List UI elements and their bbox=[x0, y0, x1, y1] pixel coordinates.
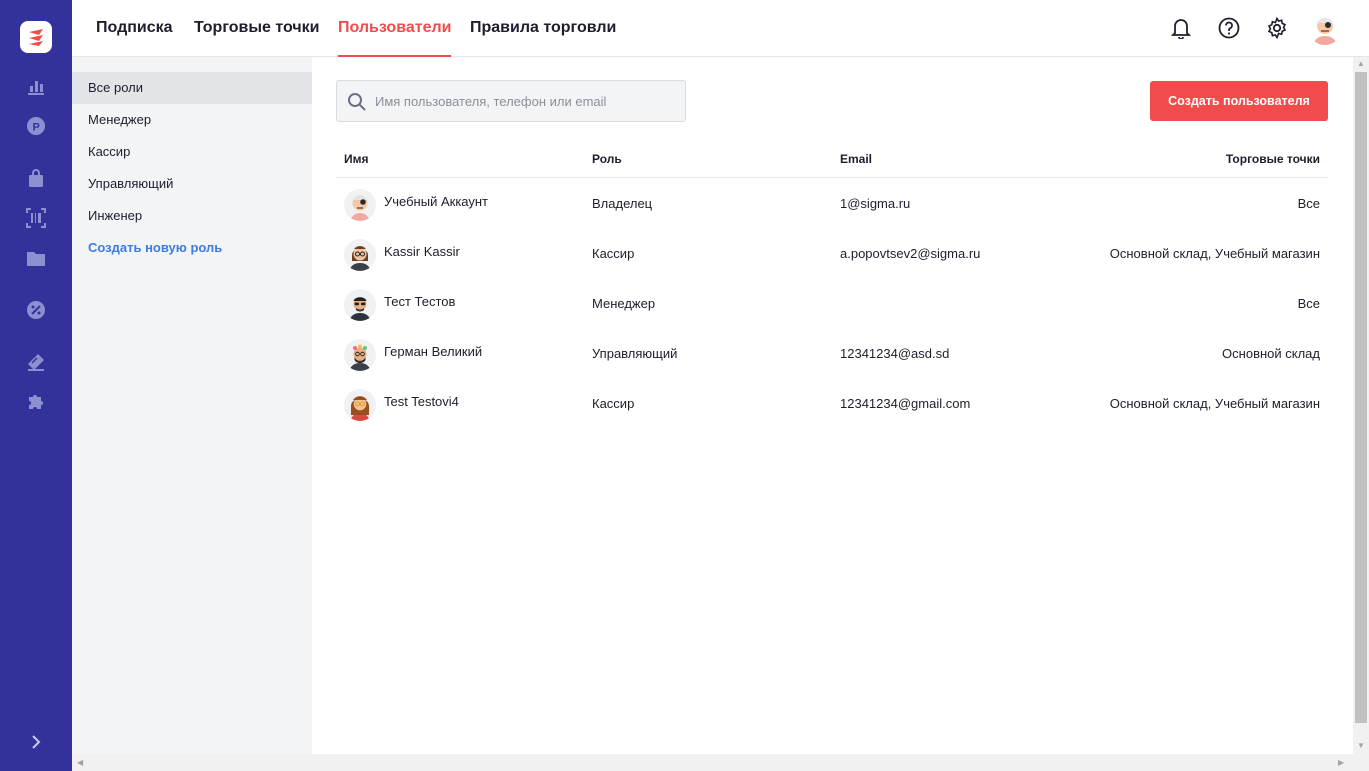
bar-chart-icon[interactable] bbox=[24, 74, 48, 98]
user-avatar[interactable] bbox=[1308, 11, 1342, 45]
role-item-director[interactable]: Управляющий bbox=[72, 168, 312, 200]
glasses-woman-avatar bbox=[344, 239, 376, 271]
role-item-all[interactable]: Все роли bbox=[72, 72, 312, 104]
column-stores[interactable]: Торговые точки bbox=[1226, 143, 1320, 175]
column-role[interactable]: Роль bbox=[592, 143, 622, 175]
role-item-cashier[interactable]: Кассир bbox=[72, 136, 312, 168]
role-item-manager[interactable]: Менеджер bbox=[72, 104, 312, 136]
user-name[interactable]: Test Testovi4 bbox=[384, 379, 459, 425]
chevron-right-icon[interactable] bbox=[26, 732, 46, 752]
user-name[interactable]: Kassir Kassir bbox=[384, 229, 460, 275]
svg-text:P: P bbox=[33, 122, 40, 134]
bell-icon[interactable] bbox=[1169, 16, 1193, 40]
column-name[interactable]: Имя bbox=[344, 143, 369, 175]
ruble-coin-icon[interactable]: P bbox=[24, 114, 48, 138]
gear-icon[interactable] bbox=[1265, 16, 1289, 40]
pirate-avatar bbox=[344, 189, 376, 221]
user-stores: Все bbox=[1297, 196, 1320, 211]
roles-sidebar: Все роли Менеджер Кассир Управляющий Инж… bbox=[72, 57, 312, 771]
search-icon bbox=[347, 92, 367, 112]
user-stores: Основной склад, Учебный магазин bbox=[1109, 246, 1320, 261]
user-name[interactable]: Герман Великий bbox=[384, 329, 482, 375]
scroll-left-arrow-icon[interactable]: ◀ bbox=[77, 758, 83, 767]
user-role: Кассир bbox=[592, 396, 635, 411]
user-role: Управляющий bbox=[592, 346, 678, 361]
help-circle-icon[interactable] bbox=[1217, 16, 1241, 40]
create-user-button[interactable]: Создать пользователя bbox=[1150, 81, 1328, 121]
user-role: Владелец bbox=[592, 196, 653, 211]
user-name[interactable]: Учебный Аккаунт bbox=[384, 179, 488, 225]
role-item-engineer[interactable]: Инженер bbox=[72, 200, 312, 232]
scroll-up-arrow-icon[interactable]: ▲ bbox=[1357, 59, 1365, 68]
table-row[interactable]: Kassir Kassir Кассир a.popovtsev2@sigma.… bbox=[336, 229, 1328, 279]
vertical-scroll-thumb[interactable] bbox=[1355, 72, 1367, 723]
barcode-scan-icon[interactable] bbox=[24, 206, 48, 230]
tab-trading-rules[interactable]: Правила торговли bbox=[470, 0, 616, 57]
scroll-down-arrow-icon[interactable]: ▼ bbox=[1357, 741, 1365, 750]
search-box bbox=[336, 80, 686, 122]
tab-users[interactable]: Пользователи bbox=[338, 0, 452, 57]
ticket-icon[interactable] bbox=[24, 350, 48, 374]
table-row[interactable]: Тест Тестов Менеджер Все bbox=[336, 279, 1328, 329]
column-email[interactable]: Email bbox=[840, 143, 872, 175]
tab-subscription[interactable]: Подписка bbox=[96, 0, 173, 57]
flower-crown-avatar bbox=[344, 339, 376, 371]
app-sidebar: P bbox=[0, 0, 72, 771]
app-logo[interactable] bbox=[20, 21, 52, 53]
table-row[interactable]: Герман Великий Управляющий 12341234@asd.… bbox=[336, 329, 1328, 379]
table-row[interactable]: Test Testovi4 Кассир 12341234@gmail.com … bbox=[336, 379, 1328, 429]
shopping-bag-icon[interactable] bbox=[24, 166, 48, 190]
user-email: 12341234@gmail.com bbox=[840, 396, 971, 411]
curly-hair-woman-avatar bbox=[344, 389, 376, 421]
user-role: Кассир bbox=[592, 246, 635, 261]
create-role-link[interactable]: Создать новую роль bbox=[72, 232, 312, 264]
user-stores: Все bbox=[1297, 296, 1320, 311]
user-name[interactable]: Тест Тестов bbox=[384, 279, 455, 325]
user-stores: Основной склад, Учебный магазин bbox=[1109, 396, 1320, 411]
table-header: Имя Роль Email Торговые точки bbox=[336, 143, 1328, 178]
discount-badge-icon[interactable] bbox=[24, 298, 48, 322]
users-main: Создать пользователя Имя Роль Email Торг… bbox=[312, 57, 1353, 754]
user-email: a.popovtsev2@sigma.ru bbox=[840, 246, 981, 261]
user-email: 1@sigma.ru bbox=[840, 196, 911, 211]
user-email: 12341234@asd.sd bbox=[840, 346, 950, 361]
horizontal-scrollbar[interactable]: ◀ ▶ bbox=[72, 754, 1369, 771]
tab-stores[interactable]: Торговые точки bbox=[194, 0, 320, 57]
folder-icon[interactable] bbox=[24, 246, 48, 270]
user-role: Менеджер bbox=[592, 296, 656, 311]
puzzle-icon[interactable] bbox=[24, 390, 48, 414]
sunglasses-man-avatar bbox=[344, 289, 376, 321]
search-input[interactable] bbox=[375, 81, 675, 121]
vertical-scrollbar[interactable]: ▲ ▼ bbox=[1353, 57, 1369, 754]
table-row[interactable]: Учебный Аккаунт Владелец 1@sigma.ru Все bbox=[336, 179, 1328, 229]
scroll-right-arrow-icon[interactable]: ▶ bbox=[1338, 758, 1344, 767]
logo-mark-icon bbox=[29, 29, 43, 46]
user-stores: Основной склад bbox=[1222, 346, 1320, 361]
top-navigation: Подписка Торговые точки Пользователи Пра… bbox=[72, 0, 1369, 57]
